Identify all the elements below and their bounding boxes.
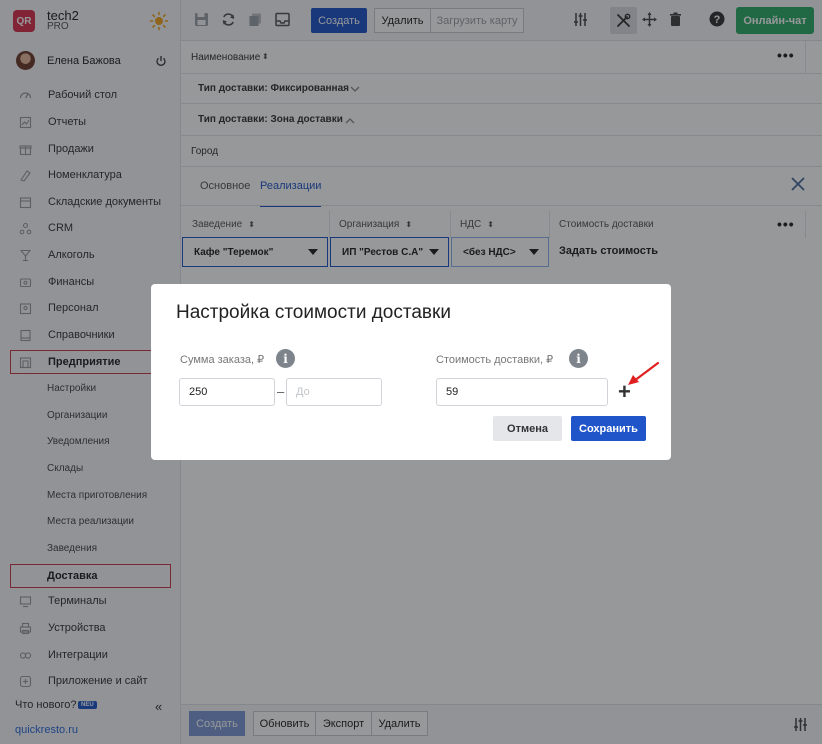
- range-dash: –: [277, 384, 285, 399]
- info-icon[interactable]: i: [276, 349, 295, 368]
- delivery-cost-input[interactable]: [436, 378, 608, 406]
- info-icon[interactable]: i: [569, 349, 588, 368]
- order-sum-to-input[interactable]: [286, 378, 382, 406]
- save-button[interactable]: Сохранить: [571, 416, 646, 441]
- delivery-cost-modal: Настройка стоимости доставки Сумма заказ…: [151, 284, 671, 460]
- cancel-button[interactable]: Отмена: [493, 416, 562, 441]
- order-sum-label: Сумма заказа, ₽: [180, 354, 265, 366]
- order-sum-from-input[interactable]: [179, 378, 275, 406]
- delivery-cost-label: Стоимость доставки, ₽: [436, 354, 554, 366]
- modal-title: Настройка стоимости доставки: [176, 302, 451, 323]
- red-arrow-annotation-icon: [628, 361, 660, 385]
